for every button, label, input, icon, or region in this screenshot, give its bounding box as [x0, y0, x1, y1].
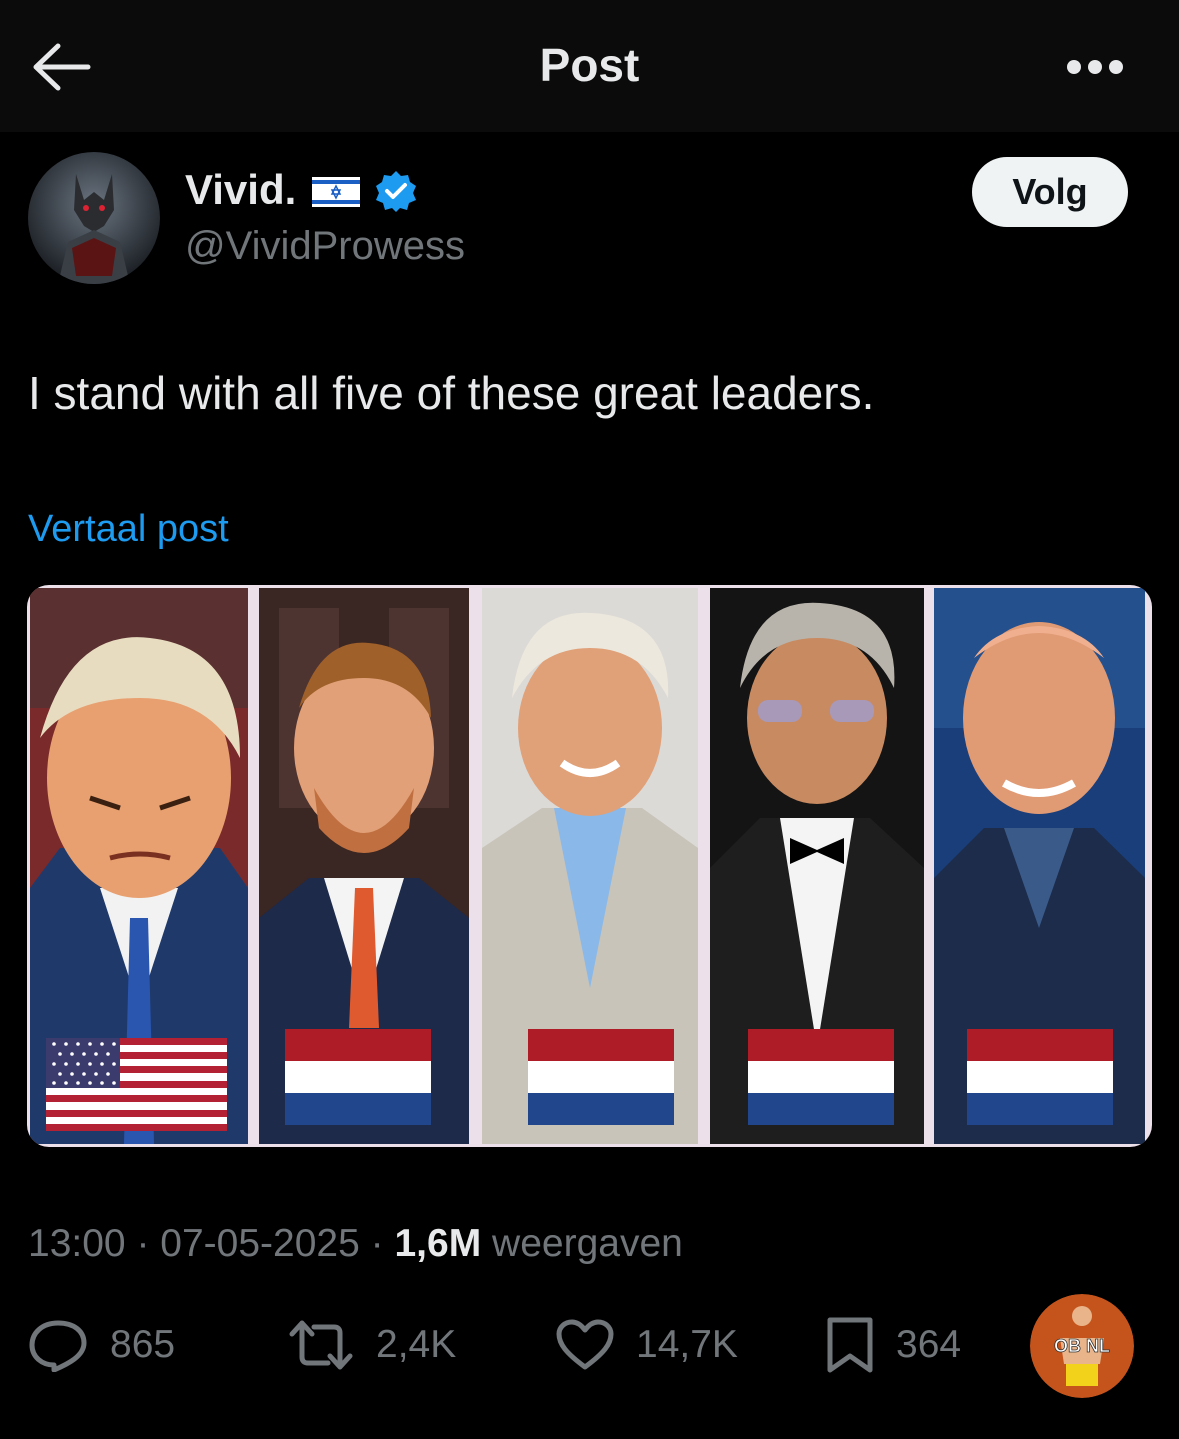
verified-badge-icon — [376, 171, 416, 212]
ob-nl-text: OB NL — [1054, 1336, 1110, 1356]
bookmark-button[interactable]: 364 — [826, 1310, 961, 1380]
repost-icon — [289, 1320, 353, 1370]
post-time[interactable]: 13:00 — [28, 1222, 126, 1265]
like-count: 14,7K — [636, 1323, 738, 1366]
author-name[interactable]: Vivid. — [185, 166, 296, 214]
reply-icon — [29, 1320, 87, 1372]
israel-flag-icon — [312, 177, 360, 207]
bookmark-count: 364 — [896, 1323, 962, 1366]
page-title: Post — [539, 39, 640, 91]
netherlands-flag-icon — [528, 1029, 674, 1125]
avatar[interactable] — [28, 152, 160, 284]
post-text: I stand with all five of these great lea… — [28, 367, 875, 419]
netherlands-flag-icon — [967, 1029, 1113, 1125]
netherlands-flag-icon — [285, 1029, 431, 1125]
views-label: weergaven — [492, 1222, 683, 1265]
reply-count: 865 — [110, 1323, 176, 1366]
us-flag-icon — [46, 1038, 227, 1131]
reply-button[interactable]: 865 — [28, 1310, 175, 1380]
follow-button[interactable]: Volg — [972, 157, 1128, 227]
bookmark-icon — [827, 1317, 873, 1373]
netherlands-flag-icon — [748, 1029, 894, 1125]
post-meta: 13:00 · 07-05-2025 · 1,6M weergaven — [28, 1222, 683, 1266]
top-bar: Post — [0, 0, 1179, 132]
repost-count: 2,4K — [376, 1323, 457, 1366]
ob-nl-badge[interactable]: OB NL — [1030, 1294, 1134, 1398]
repost-button[interactable]: 2,4K — [288, 1310, 456, 1380]
more-horizontal-icon — [1067, 60, 1123, 74]
heart-icon — [556, 1319, 614, 1370]
post-image[interactable] — [27, 585, 1152, 1147]
post-date[interactable]: 07-05-2025 — [160, 1222, 360, 1265]
author-handle[interactable]: @VividProwess — [185, 224, 465, 269]
separator-dot: · — [136, 1222, 150, 1265]
more-options-button[interactable] — [1062, 52, 1128, 82]
like-button[interactable]: 14,7K — [556, 1310, 738, 1380]
views-count: 1,6M — [394, 1222, 482, 1265]
separator-dot: · — [370, 1222, 384, 1265]
translate-post-link[interactable]: Vertaal post — [28, 508, 229, 551]
